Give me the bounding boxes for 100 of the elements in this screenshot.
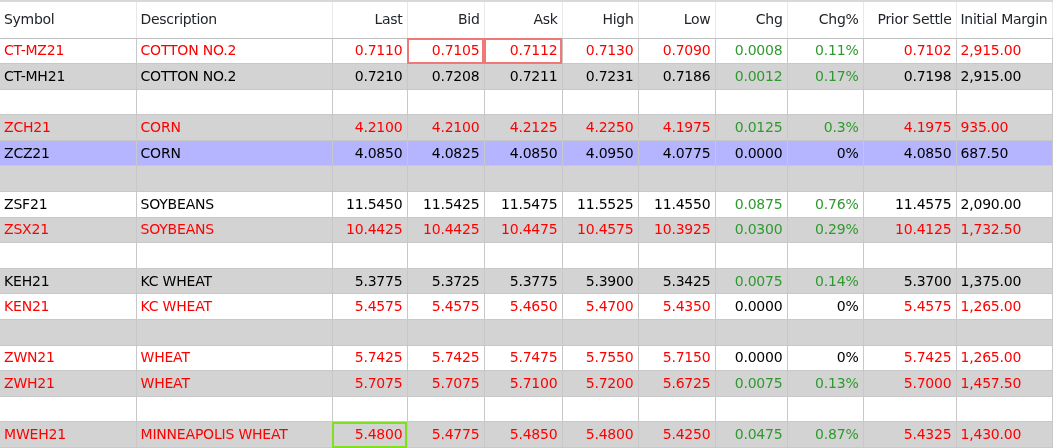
table-cell: 0.7110 xyxy=(332,38,407,64)
table-cell: 0.11% xyxy=(787,38,863,64)
table-cell: 2,915.00 xyxy=(956,63,1052,90)
table-cell: 10.4425 xyxy=(407,217,484,243)
table-cell: 0.0008 xyxy=(715,38,787,64)
table-cell: 0.14% xyxy=(787,268,863,294)
table-cell: KEN21 xyxy=(0,293,136,320)
column-header[interactable]: Initial Margin xyxy=(956,1,1052,38)
column-header[interactable]: Symbol xyxy=(0,1,136,38)
table-cell: 5.7550 xyxy=(562,345,638,371)
table-cell: 5.3725 xyxy=(407,268,484,294)
table-cell: 0.3% xyxy=(787,114,863,141)
table-cell: 4.2100 xyxy=(332,114,407,141)
table-cell: 5.4575 xyxy=(407,293,484,320)
table-cell: 5.3425 xyxy=(638,268,715,294)
table-cell: 4.0950 xyxy=(562,140,638,166)
table-cell: WHEAT xyxy=(136,370,332,397)
table-cell: 0.7090 xyxy=(638,38,715,64)
table-cell: 11.4575 xyxy=(863,191,956,218)
table-cell: 5.7475 xyxy=(484,345,562,371)
table-cell: 0.7231 xyxy=(562,63,638,90)
table-cell: 5.7425 xyxy=(863,345,956,371)
table-cell: 0.0075 xyxy=(715,268,787,294)
table-cell: KC WHEAT xyxy=(136,293,332,320)
table-cell: 4.1975 xyxy=(638,114,715,141)
table-cell: CORN xyxy=(136,140,332,166)
table-cell: ZCZ21 xyxy=(0,140,136,166)
table-cell: 0.0300 xyxy=(715,217,787,243)
table-cell: 1,265.00 xyxy=(956,345,1052,371)
table-cell: 5.7075 xyxy=(407,370,484,397)
table-cell: 0.7105 xyxy=(407,38,484,64)
table-cell: 11.5425 xyxy=(407,191,484,218)
table-cell: 10.4125 xyxy=(863,217,956,243)
table-cell: 2,915.00 xyxy=(956,38,1052,64)
table-cell: 0.13% xyxy=(787,370,863,397)
table-cell: CT-MZ21 xyxy=(0,38,136,64)
table-cell: 5.3775 xyxy=(332,268,407,294)
table-cell: 11.5450 xyxy=(332,191,407,218)
table-cell: 0% xyxy=(787,140,863,166)
table-cell: 0.0000 xyxy=(715,140,787,166)
column-header[interactable]: Low xyxy=(638,1,715,38)
table-cell: 5.7075 xyxy=(332,370,407,397)
table-cell: 5.7425 xyxy=(332,345,407,371)
table-cell: KEH21 xyxy=(0,268,136,294)
table-cell: 5.7150 xyxy=(638,345,715,371)
table-cell: 10.3925 xyxy=(638,217,715,243)
table-cell: 5.3700 xyxy=(863,268,956,294)
table-cell: 0.87% xyxy=(787,421,863,448)
table-cell: MINNEAPOLIS WHEAT xyxy=(136,421,332,448)
column-header[interactable]: High xyxy=(562,1,638,38)
table-cell: ZWN21 xyxy=(0,345,136,371)
table-cell: 1,457.50 xyxy=(956,370,1052,397)
table-cell: 0% xyxy=(787,293,863,320)
table-cell: 5.4800 xyxy=(332,421,407,448)
table-cell: 5.4250 xyxy=(638,421,715,448)
table-cell: 1,732.50 xyxy=(956,217,1052,243)
table-cell: 0.0012 xyxy=(715,63,787,90)
table-cell: 4.0850 xyxy=(484,140,562,166)
table-cell: COTTON NO.2 xyxy=(136,63,332,90)
table-cell: 4.0850 xyxy=(332,140,407,166)
table-cell: 0.17% xyxy=(787,63,863,90)
table-cell: 10.4575 xyxy=(562,217,638,243)
column-header[interactable]: Prior Settle xyxy=(863,1,956,38)
table-cell: 0.7102 xyxy=(863,38,956,64)
table-cell: 5.4575 xyxy=(332,293,407,320)
table-cell: 5.4775 xyxy=(407,421,484,448)
table-cell: 0.7130 xyxy=(562,38,638,64)
table-cell: 0.0125 xyxy=(715,114,787,141)
table-cell: 0.7211 xyxy=(484,63,562,90)
table-cell: 0.7208 xyxy=(407,63,484,90)
table-cell: 0.0475 xyxy=(715,421,787,448)
column-header[interactable]: Chg% xyxy=(787,1,863,38)
table-cell: 0.29% xyxy=(787,217,863,243)
table-cell: 5.7100 xyxy=(484,370,562,397)
table-cell: 11.5475 xyxy=(484,191,562,218)
table-cell: 687.50 xyxy=(956,140,1052,166)
table-cell: SOYBEANS xyxy=(136,217,332,243)
table-cell: 5.4850 xyxy=(484,421,562,448)
table-cell: 4.2100 xyxy=(407,114,484,141)
table-cell: 4.2250 xyxy=(562,114,638,141)
table-cell: 2,090.00 xyxy=(956,191,1052,218)
table-cell: WHEAT xyxy=(136,345,332,371)
table-cell: 4.2125 xyxy=(484,114,562,141)
table-cell: 5.3775 xyxy=(484,268,562,294)
table-cell: 0.7112 xyxy=(484,38,562,64)
column-header[interactable]: Description xyxy=(136,1,332,38)
column-header[interactable]: Last xyxy=(332,1,407,38)
table-cell: ZSX21 xyxy=(0,217,136,243)
column-header[interactable]: Chg xyxy=(715,1,787,38)
table-cell: 0.0000 xyxy=(715,345,787,371)
table-cell: 4.1975 xyxy=(863,114,956,141)
table-cell: 0.7186 xyxy=(638,63,715,90)
table-cell: 0% xyxy=(787,345,863,371)
table-cell: ZWH21 xyxy=(0,370,136,397)
table-cell: 0.0000 xyxy=(715,293,787,320)
table-cell: 1,430.00 xyxy=(956,421,1052,448)
table-cell: 5.6725 xyxy=(638,370,715,397)
table-cell: MWEH21 xyxy=(0,421,136,448)
table-cell: 5.4650 xyxy=(484,293,562,320)
table-cell: 11.5525 xyxy=(562,191,638,218)
